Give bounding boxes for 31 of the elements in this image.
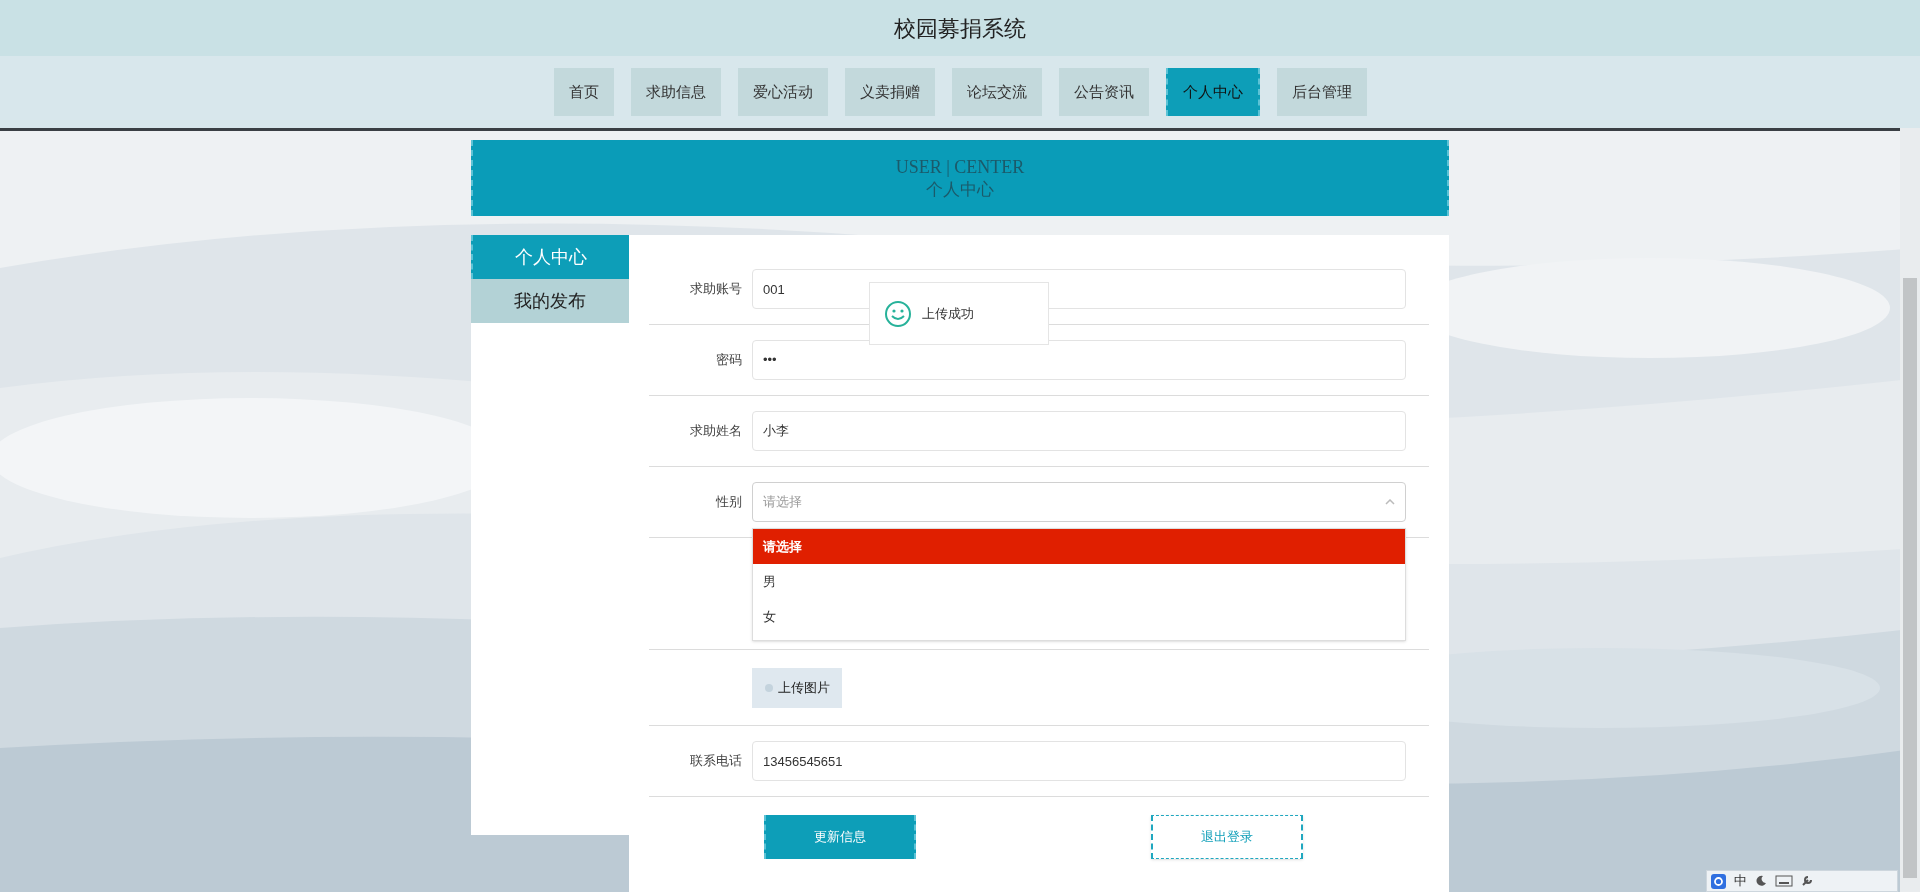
field-label: 性别 [716, 493, 742, 512]
ime-logo-icon [1711, 873, 1726, 889]
input-field[interactable]: 小李 [752, 411, 1406, 451]
ime-mode[interactable]: 中 [1734, 871, 1747, 891]
wrench-icon[interactable] [1801, 875, 1813, 887]
site-title: 校园募捐系统 [894, 14, 1026, 43]
field-label: 求助账号 [690, 280, 742, 299]
field-label: 密码 [716, 351, 742, 370]
nav-tab[interactable]: 个人中心 [1165, 68, 1260, 116]
banner-title: USER | CENTER [895, 156, 1025, 179]
nav-tab[interactable]: 首页 [553, 68, 614, 116]
nav-tab[interactable]: 公告资讯 [1058, 68, 1149, 116]
sidebar-item[interactable]: 我的发布 [471, 279, 629, 323]
smiley-icon [884, 299, 912, 328]
dropdown-option[interactable]: 女 [753, 599, 1405, 634]
dropdown-option[interactable]: 请选择 [753, 529, 1405, 564]
nav-tab[interactable]: 爱心活动 [737, 68, 828, 116]
dropdown-option[interactable]: 男 [753, 564, 1405, 599]
nav-tab[interactable]: 求助信息 [630, 68, 721, 116]
nav-tab[interactable]: 义卖捐赠 [844, 68, 935, 116]
nav-tab[interactable]: 后台管理 [1276, 68, 1367, 116]
moon-icon[interactable] [1755, 875, 1767, 887]
caret-icon [1385, 499, 1395, 505]
upload-button[interactable]: 上传图片 [752, 667, 842, 708]
field-label: 求助姓名 [690, 422, 742, 441]
keyboard-icon[interactable] [1775, 875, 1793, 887]
input-field[interactable]: 13456545651 [752, 741, 1406, 781]
field-label: 联系电话 [690, 752, 742, 771]
banner-subtitle: 个人中心 [926, 178, 994, 200]
upload-icon [764, 682, 774, 693]
nav-tab[interactable]: 论坛交流 [951, 68, 1042, 116]
